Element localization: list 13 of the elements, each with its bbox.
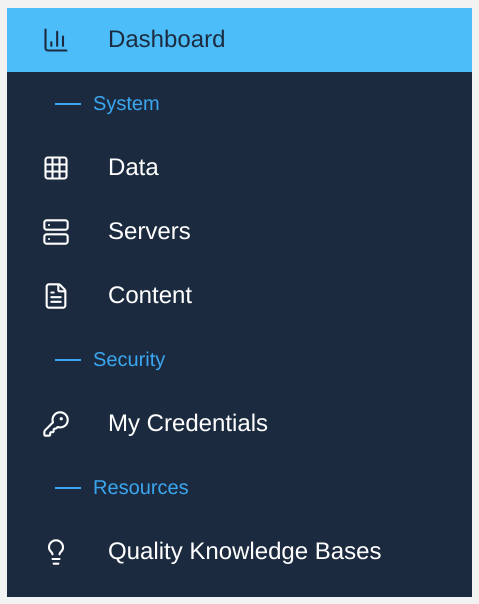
section-header: Resources — [93, 476, 189, 501]
sidebar-item[interactable]: Content — [7, 264, 472, 328]
sidebar-item[interactable]: Data — [7, 136, 472, 200]
key-icon — [42, 410, 70, 438]
sidebar-item[interactable]: Quality Knowledge Bases — [7, 520, 472, 584]
sidebar-item[interactable]: My Credentials — [7, 392, 472, 456]
server-icon — [42, 218, 70, 246]
table-icon — [42, 154, 70, 182]
section-header: Security — [93, 348, 166, 373]
section-header: System — [93, 92, 160, 117]
bar-chart-icon — [42, 26, 70, 54]
sidebar-item[interactable]: Servers — [7, 200, 472, 264]
sidebar-item[interactable]: Dashboard — [7, 8, 472, 72]
